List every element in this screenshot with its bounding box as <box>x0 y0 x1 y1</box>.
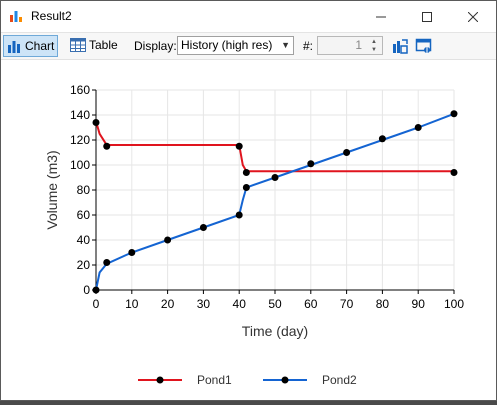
table-view-button[interactable]: Table <box>67 35 121 55</box>
x-tick-label: 20 <box>161 297 175 311</box>
y-tick-label: 160 <box>70 83 90 97</box>
data-point <box>92 286 100 294</box>
export-icon[interactable] <box>391 37 409 55</box>
legend-marker <box>156 376 164 384</box>
data-point <box>164 236 172 244</box>
title-bar[interactable]: Result2 <box>1 1 496 33</box>
x-axis-title: Time (day) <box>242 323 308 339</box>
x-tick-label: 70 <box>340 297 354 311</box>
x-tick-label: 50 <box>268 297 282 311</box>
data-point <box>414 124 422 131</box>
y-tick-label: 60 <box>77 208 91 222</box>
minimize-icon <box>376 16 386 17</box>
legend-marker <box>281 376 289 384</box>
x-tick-label: 100 <box>444 297 464 311</box>
y-tick-label: 100 <box>70 158 90 172</box>
table-view-label: Table <box>89 38 118 52</box>
data-point <box>92 119 100 126</box>
x-tick-label: 30 <box>197 297 211 311</box>
chart-view-label: Chart <box>25 39 55 53</box>
chart-view-button[interactable]: Chart <box>3 35 59 57</box>
data-point <box>103 142 111 150</box>
y-tick-label: 120 <box>70 133 90 147</box>
y-tick-label: 20 <box>77 258 91 272</box>
display-label: Display: <box>134 39 177 53</box>
bar-chart-icon <box>10 11 22 22</box>
display-select[interactable]: History (high res) ▼ <box>177 36 294 55</box>
window-title: Result2 <box>31 9 72 23</box>
x-tick-label: 10 <box>125 297 139 311</box>
maximize-button[interactable] <box>404 1 450 32</box>
data-point <box>378 135 386 143</box>
display-select-value: History (high res) <box>181 38 273 52</box>
close-button[interactable] <box>450 1 496 32</box>
stepper-up-icon[interactable]: ▲ <box>367 38 381 46</box>
x-tick-label: 60 <box>304 297 318 311</box>
data-point <box>235 211 243 219</box>
legend-label: Pond2 <box>322 373 357 387</box>
x-tick-label: 40 <box>233 297 247 311</box>
data-point <box>450 110 458 118</box>
data-point <box>242 169 250 176</box>
toolbar: Chart Table Display: History (high res) … <box>1 33 496 60</box>
y-tick-label: 140 <box>70 108 90 122</box>
chevron-down-icon: ▼ <box>281 40 290 50</box>
bar-chart-icon <box>8 41 20 53</box>
data-point <box>103 259 111 266</box>
index-stepper[interactable]: 1 ▲ ▼ <box>317 36 383 55</box>
y-axis-title: Volume (m3) <box>44 150 60 229</box>
data-point <box>235 142 243 150</box>
maximize-icon <box>422 11 432 22</box>
x-tick-label: 80 <box>376 297 390 311</box>
stepper-down-icon[interactable]: ▼ <box>367 46 381 54</box>
data-point <box>128 249 136 256</box>
minimize-button[interactable] <box>358 1 404 32</box>
close-icon <box>468 11 478 22</box>
data-point <box>307 160 315 168</box>
data-point <box>199 224 207 231</box>
legend-label: Pond1 <box>197 373 232 387</box>
chart-area: 0 10 20 30 40 50 60 70 80 90 100 0 20 40 60 80 100 120 140… <box>1 60 496 400</box>
y-tick-label: 0 <box>83 283 90 297</box>
data-point <box>343 149 351 156</box>
y-tick-label: 80 <box>77 183 91 197</box>
index-label: #: <box>303 39 314 53</box>
table-grid-icon <box>70 38 86 52</box>
result-window: Result2 Chart Table Display: History (hi… <box>0 0 497 401</box>
index-value: 1 <box>355 38 362 52</box>
data-point <box>271 174 279 181</box>
data-point <box>242 184 250 191</box>
volume-chart: 0 10 20 30 40 50 60 70 80 90 100 0 20 40 60 80 100 120 140… <box>44 83 464 387</box>
x-tick-label: 90 <box>412 297 426 311</box>
x-tick-label: 0 <box>93 297 100 311</box>
y-tick-label: 40 <box>77 233 91 247</box>
data-point <box>450 169 458 176</box>
settings-icon[interactable] <box>415 37 433 55</box>
